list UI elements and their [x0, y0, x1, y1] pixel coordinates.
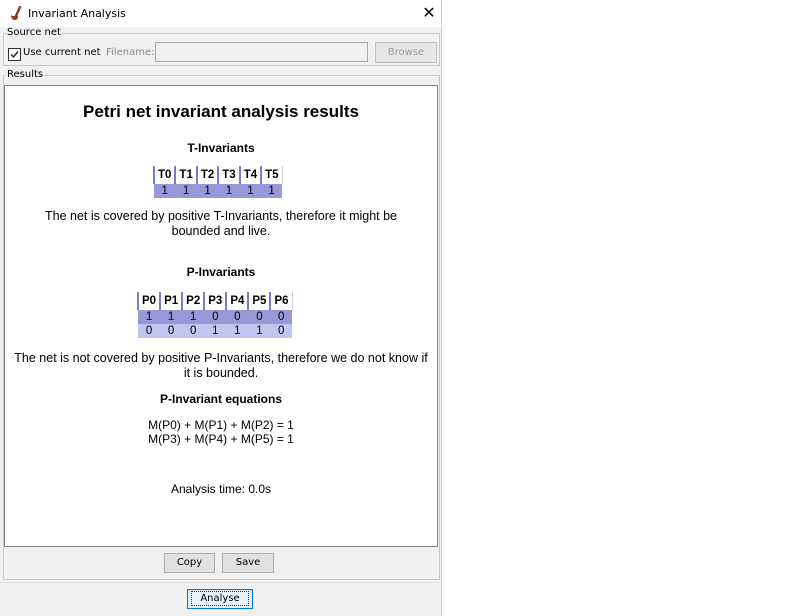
save-button[interactable]: Save — [222, 553, 274, 573]
browse-button[interactable]: Browse — [375, 42, 437, 63]
p-invariant-cell: 0 — [270, 310, 293, 324]
title-bar: Invariant Analysis ✕ — [0, 0, 441, 27]
p-invariant-header-cell: P1 — [159, 292, 183, 310]
divider — [0, 582, 441, 583]
pipe-icon — [11, 6, 22, 20]
p-invariant-cell: 0 — [204, 310, 227, 324]
t-invariant-cell: 1 — [218, 184, 240, 198]
use-current-net-label[interactable]: Use current net — [23, 47, 101, 58]
p-invariant-cell: 0 — [248, 310, 271, 324]
p-invariant-cell: 1 — [226, 324, 249, 338]
t-invariant-header-cell: T4 — [238, 166, 262, 184]
p-invariant-cell: 1 — [182, 310, 205, 324]
t-invariant-cell: 1 — [175, 184, 197, 198]
p-invariant-cell: 1 — [204, 324, 227, 338]
analysis-time: Analysis time: 0.0s — [170, 482, 272, 496]
t-invariant-row: 111111 — [154, 184, 283, 198]
p-invariant-header-cell: P0 — [136, 292, 161, 310]
analyse-button[interactable]: Analyse — [187, 589, 253, 609]
copy-button[interactable]: Copy — [164, 553, 215, 573]
analyse-label: Analyse — [191, 591, 249, 606]
results-pane[interactable]: Petri net invariant analysis results T-I… — [4, 85, 438, 547]
p-invariant-cell: 0 — [226, 310, 249, 324]
results-legend: Results — [7, 69, 44, 80]
t-invariant-header-cell: T0 — [152, 166, 176, 184]
filename-label: Filename: — [106, 47, 155, 58]
p-invariant-cell: 1 — [138, 310, 161, 324]
window-title: Invariant Analysis — [28, 7, 126, 20]
p-invariant-cell: 1 — [248, 324, 271, 338]
t-invariant-header-cell: T3 — [217, 166, 240, 184]
source-net-legend: Source net — [7, 27, 61, 38]
p-invariant-cell: 0 — [182, 324, 205, 338]
t-invariant-header-cell: T2 — [195, 166, 219, 184]
invariant-analysis-window: Invariant Analysis ✕ Source net Use curr… — [0, 0, 442, 616]
equation-line: M(P0) + M(P1) + M(P2) = 1 — [148, 418, 294, 432]
p-invariants-title: P-Invariants — [186, 265, 256, 279]
p-invariant-header-cell: P3 — [203, 292, 227, 310]
t-invariants-title: T-Invariants — [187, 141, 255, 155]
p-invariant-cell: 0 — [160, 324, 183, 338]
p-invariants-table: P0 P1 P2 P3 P4 P5 P6 11100000001110 — [136, 292, 293, 338]
t-invariant-header-cell: T1 — [174, 166, 197, 184]
p-invariant-header-cell: P6 — [269, 292, 293, 310]
t-invariants-note: The net is covered by positive T-Invaria… — [44, 209, 398, 238]
filename-field[interactable] — [155, 42, 368, 62]
p-invariant-cell: 0 — [138, 324, 161, 338]
p-invariant-header-cell: P2 — [181, 292, 205, 310]
use-current-net-checkbox[interactable] — [8, 48, 21, 61]
t-invariant-cell: 1 — [154, 184, 176, 198]
t-invariants-table: T0 T1 T2 T3 T4 T5 111111 — [152, 166, 283, 198]
p-invariant-row: 1110000 — [138, 310, 293, 324]
equation-line: M(P3) + M(P4) + M(P5) = 1 — [148, 432, 294, 446]
p-invariants-note: The net is not covered by positive P-Inv… — [14, 351, 428, 380]
p-invariant-header-cell: P5 — [247, 292, 271, 310]
p-invariant-cell: 1 — [160, 310, 183, 324]
p-invariant-row: 0001110 — [138, 324, 293, 338]
p-invariant-equations-title: P-Invariant equations — [159, 392, 283, 406]
t-invariant-cell: 1 — [261, 184, 283, 198]
t-invariant-cell: 1 — [239, 184, 262, 198]
p-invariant-header-cell: P4 — [225, 292, 249, 310]
t-invariant-cell: 1 — [196, 184, 219, 198]
checkmark-icon — [10, 51, 19, 59]
results-heading: Petri net invariant analysis results — [83, 102, 359, 121]
t-invariant-header-cell: T5 — [260, 166, 283, 184]
p-invariant-cell: 0 — [270, 324, 293, 338]
close-icon[interactable]: ✕ — [418, 3, 440, 23]
